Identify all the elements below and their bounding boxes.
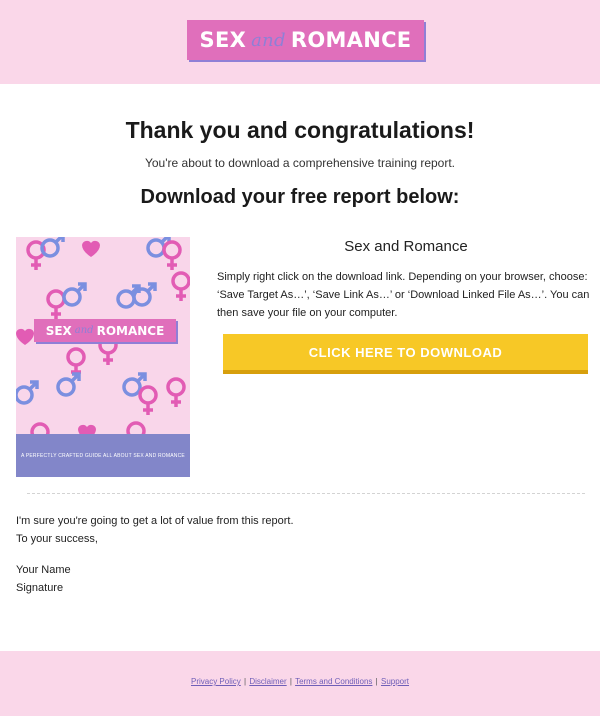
- cover-title-band: SEX and ROMANCE: [34, 319, 176, 342]
- section-divider: [27, 493, 585, 494]
- cover-title-and: and: [74, 325, 94, 336]
- page-subtitle: You're about to download a comprehensive…: [144, 156, 456, 170]
- heart-icon: [82, 240, 100, 257]
- download-button[interactable]: CLICK HERE TO DOWNLOAD: [223, 334, 588, 374]
- download-heading: Download your free report below:: [140, 186, 460, 208]
- footer-separator: |: [375, 677, 378, 686]
- footer-separator: |: [244, 677, 247, 686]
- footer-separator: |: [289, 677, 292, 686]
- page-title: Thank you and congratulations!: [125, 117, 475, 143]
- cover-title-sex: SEX: [45, 323, 72, 338]
- logo-word-romance: ROMANCE: [290, 28, 412, 52]
- download-button-label: CLICK HERE TO DOWNLOAD: [308, 344, 503, 360]
- logo-word-sex: SEX: [199, 28, 247, 52]
- privacy-policy-link[interactable]: Privacy Policy: [191, 677, 241, 686]
- author-signature: Signature: [16, 582, 64, 594]
- cover-footer: A PERFECTLY CRAFTED GUIDE ALL ABOUT SEX …: [16, 434, 190, 477]
- logo-word-and: and: [251, 29, 286, 51]
- site-logo[interactable]: SEX and ROMANCE: [187, 20, 424, 60]
- terms-link[interactable]: Terms and Conditions: [295, 677, 372, 686]
- closing-salutation: To your success,: [16, 533, 98, 545]
- support-link[interactable]: Support: [381, 677, 409, 686]
- footer-links: Privacy Policy | Disclaimer | Terms and …: [0, 677, 600, 686]
- cover-tagline: A PERFECTLY CRAFTED GUIDE ALL ABOUT SEX …: [21, 452, 185, 459]
- author-name: Your Name: [16, 564, 71, 576]
- product-title: Sex and Romance: [344, 238, 468, 255]
- disclaimer-link[interactable]: Disclaimer: [249, 677, 286, 686]
- closing-message: I'm sure you're going to get a lot of va…: [16, 515, 294, 527]
- heart-icon: [16, 328, 34, 345]
- report-cover-image: SEX and ROMANCE A PERFECTLY CRAFTED GUID…: [16, 237, 190, 477]
- header: SEX and ROMANCE: [0, 0, 600, 84]
- download-instructions: Simply right click on the download link.…: [217, 271, 590, 319]
- footer: Privacy Policy | Disclaimer | Terms and …: [0, 651, 600, 716]
- cover-title-romance: ROMANCE: [96, 323, 165, 338]
